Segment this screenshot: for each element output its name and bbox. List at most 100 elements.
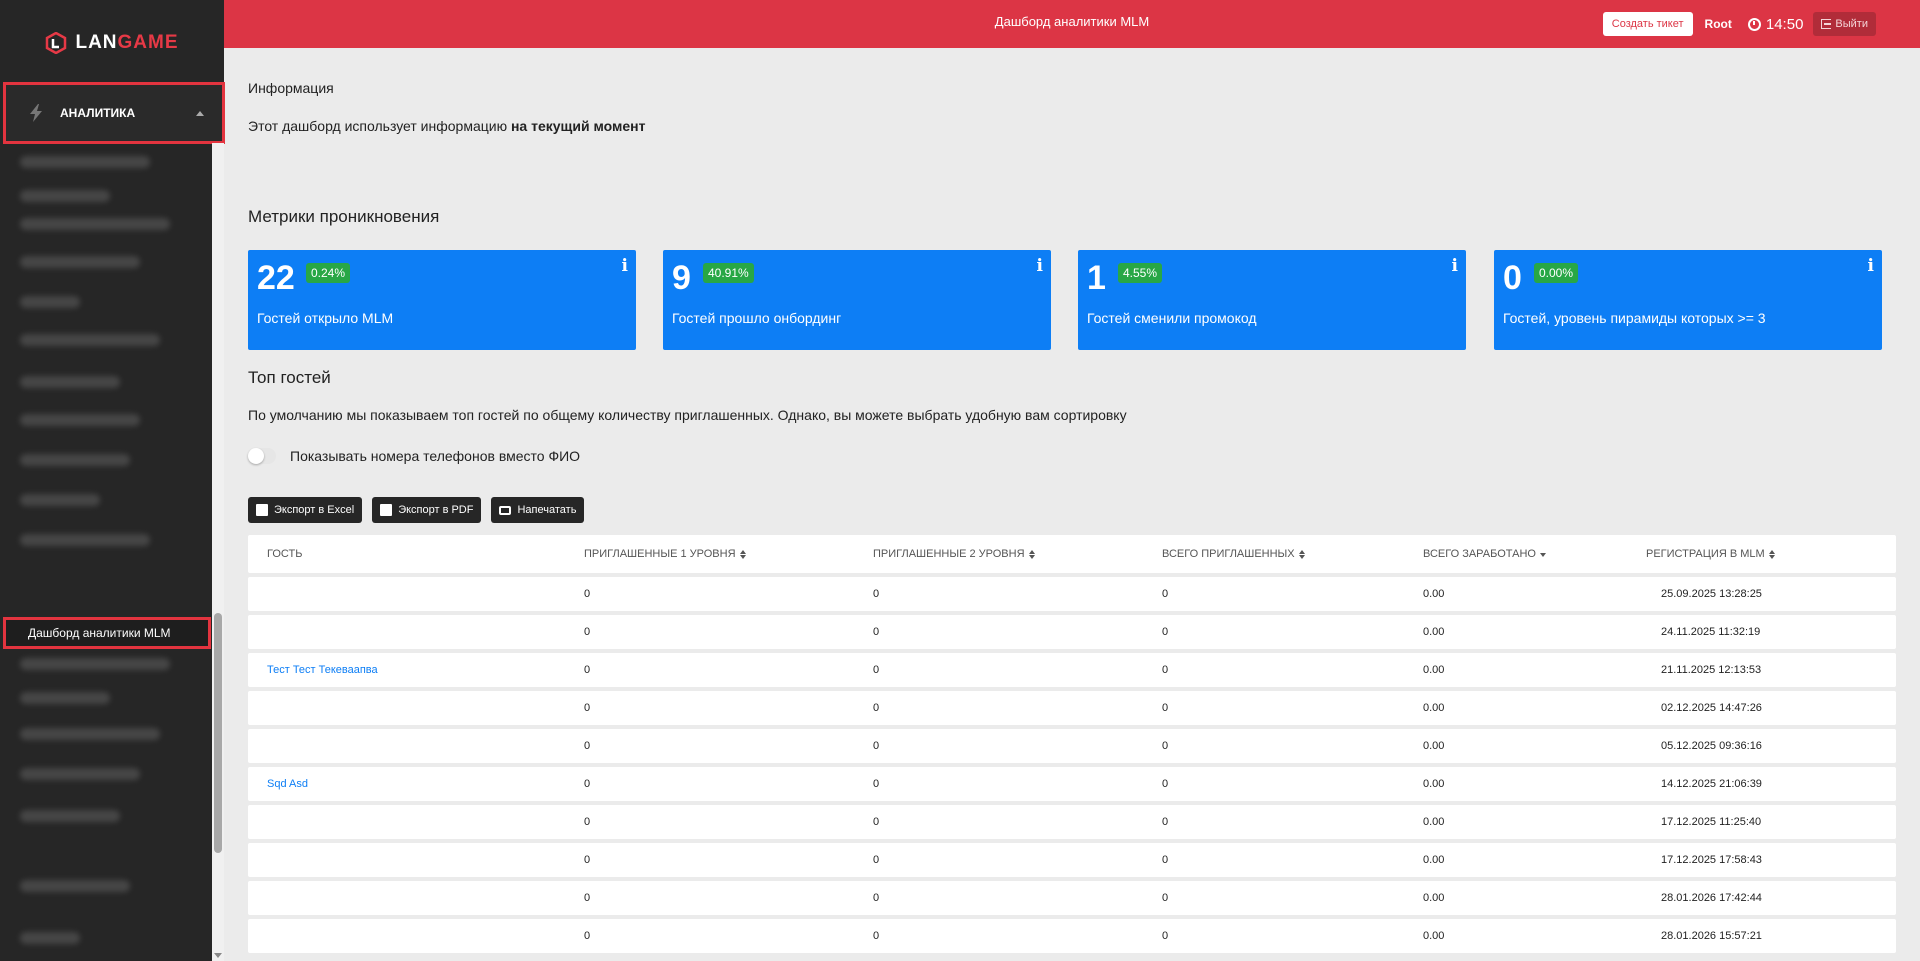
info-title: Информация	[248, 80, 334, 96]
invited-level1-cell: 0	[584, 778, 591, 790]
invited-level2-cell: 0	[873, 854, 880, 866]
column-header-level1[interactable]: ПРИГЛАШЕННЫЕ 1 УРОВНЯ	[584, 548, 873, 560]
registered-cell: 17.12.2025 11:25:40	[1661, 816, 1762, 828]
clock-time: 14:50	[1765, 15, 1804, 33]
registered-cell: 28.01.2026 15:57:21	[1661, 930, 1762, 942]
sort-icon	[1298, 549, 1305, 559]
info-icon[interactable]: i	[622, 256, 628, 276]
clock: 14:50	[1747, 15, 1804, 33]
metric-value: 0	[1503, 259, 1522, 297]
top-bar-actions: Создать тикет Root 14:50 Выйти	[1602, 12, 1876, 36]
metric-percent-badge: 0.00%	[1534, 263, 1579, 283]
total-invited-cell: 0	[1162, 816, 1169, 828]
guest-cell[interactable]: Sqd Asd	[248, 778, 584, 790]
table-header: ГОСТЬ ПРИГЛАШЕННЫЕ 1 УРОВНЯ ПРИГЛАШЕННЫЕ…	[248, 535, 1896, 573]
chevron-up-icon	[196, 110, 204, 116]
sidebar-section-analytics[interactable]: АНАЛИТИКА	[3, 82, 225, 144]
registered-cell: 21.11.2025 12:13:53	[1661, 664, 1762, 676]
column-header-level2[interactable]: ПРИГЛАШЕННЫЕ 2 УРОВНЯ	[873, 548, 1162, 560]
column-header-earned[interactable]: ВСЕГО ЗАРАБОТАНО	[1423, 548, 1646, 560]
metric-card-onboarding: 9 40.91% Гостей прошло онбординг i	[663, 250, 1051, 350]
table-row: 0 0 0 0.00 17.12.2025 11:25:40	[248, 805, 1896, 839]
printer-icon	[499, 505, 512, 515]
show-phones-toggle[interactable]	[248, 448, 276, 464]
earned-cell: 0.00	[1423, 892, 1445, 904]
logout-label: Выйти	[1835, 18, 1868, 30]
total-invited-cell: 0	[1162, 702, 1169, 714]
earned-cell: 0.00	[1423, 778, 1445, 790]
invited-level2-cell: 0	[873, 778, 880, 790]
table-body: 0 0 0 0.00 25.09.2025 13:28:25 0 0 0 0.00 24.11.2…	[248, 577, 1896, 953]
metric-value: 9	[672, 259, 691, 297]
metric-label: Гостей, уровень пирамиды которых >= 3	[1503, 310, 1766, 326]
registered-cell: 14.12.2025 21:06:39	[1661, 778, 1762, 790]
export-pdf-button[interactable]: Экспорт в PDF	[372, 497, 482, 523]
column-header-registered[interactable]: РЕГИСТРАЦИЯ В MLM	[1646, 548, 1896, 560]
table-row: 0 0 0 0.00 28.01.2026 17:42:44	[248, 881, 1896, 915]
metric-percent-badge: 40.91%	[703, 263, 754, 283]
pdf-icon	[380, 504, 393, 516]
print-button[interactable]: Напечатать	[491, 497, 585, 523]
sidebar-scrollbar[interactable]	[212, 143, 224, 961]
metric-label: Гостей сменили промокод	[1087, 310, 1257, 326]
table-row: 0 0 0 0.00 25.09.2025 13:28:25	[248, 577, 1896, 611]
earned-cell: 0.00	[1423, 854, 1445, 866]
info-text: Этот дашборд использует информацию на те…	[248, 118, 646, 134]
invited-level2-cell: 0	[873, 930, 880, 942]
total-invited-cell: 0	[1162, 892, 1169, 904]
table-row: 0 0 0 0.00 02.12.2025 14:47:26	[248, 691, 1896, 725]
total-invited-cell: 0	[1162, 778, 1169, 790]
sidebar-section-label: АНАЛИТИКА	[60, 106, 136, 120]
registered-cell: 17.12.2025 17:58:43	[1661, 854, 1762, 866]
invited-level1-cell: 0	[584, 702, 591, 714]
table-row: Тест Тест Текеваапва 0 0 0 0.00 21.11.2025 12…	[248, 653, 1896, 687]
show-phones-label: Показывать номера телефонов вместо ФИО	[290, 448, 581, 464]
registered-cell: 02.12.2025 14:47:26	[1661, 702, 1762, 714]
scrollbar-thumb[interactable]	[214, 613, 222, 853]
metrics-title: Метрики проникновения	[248, 207, 440, 226]
lightning-icon	[30, 104, 42, 122]
export-excel-label: Экспорт в Excel	[274, 504, 355, 516]
total-invited-cell: 0	[1162, 626, 1169, 638]
metric-percent-badge: 4.55%	[1118, 263, 1163, 283]
table-row: 0 0 0 0.00 05.12.2025 09:36:16	[248, 729, 1896, 763]
logout-icon	[1821, 19, 1832, 29]
logout-button[interactable]: Выйти	[1813, 12, 1876, 36]
earned-cell: 0.00	[1423, 626, 1445, 638]
column-header-guest[interactable]: ГОСТЬ	[248, 548, 584, 560]
sort-icon	[739, 549, 746, 559]
invited-level2-cell: 0	[873, 588, 880, 600]
print-label: Напечатать	[517, 504, 577, 516]
top-guests-description: По умолчанию мы показываем топ гостей по…	[248, 407, 1127, 423]
earned-cell: 0.00	[1423, 702, 1445, 714]
info-icon[interactable]: i	[1037, 256, 1043, 276]
invited-level2-cell: 0	[873, 892, 880, 904]
info-icon[interactable]: i	[1868, 256, 1874, 276]
export-pdf-label: Экспорт в PDF	[398, 504, 474, 516]
table-row: 0 0 0 0.00 28.01.2026 15:57:21	[248, 919, 1896, 953]
invited-level1-cell: 0	[584, 854, 591, 866]
sidebar-item-mlm-dashboard[interactable]: Дашборд аналитики MLM	[3, 617, 211, 649]
invited-level1-cell: 0	[584, 588, 591, 600]
table-row: 0 0 0 0.00 24.11.2025 11:32:19	[248, 615, 1896, 649]
metric-cards: 22 0.24% Гостей открыло MLM i 9 40.91% Г…	[248, 250, 1896, 350]
logo[interactable]: LANGAME	[0, 0, 224, 86]
guest-cell[interactable]: Тест Тест Текеваапва	[248, 664, 584, 676]
invited-level2-cell: 0	[873, 816, 880, 828]
scroll-down-icon[interactable]	[214, 953, 222, 958]
column-header-total-invited[interactable]: ВСЕГО ПРИГЛАШЕННЫХ	[1162, 548, 1423, 560]
metric-card-pyramid-level: 0 0.00% Гостей, уровень пирамиды которых…	[1494, 250, 1882, 350]
invited-level2-cell: 0	[873, 740, 880, 752]
create-ticket-button[interactable]: Создать тикет	[1602, 12, 1693, 36]
export-excel-button[interactable]: Экспорт в Excel	[248, 497, 363, 523]
user-name: Root	[1704, 17, 1732, 31]
invited-level2-cell: 0	[873, 664, 880, 676]
invited-level1-cell: 0	[584, 664, 591, 676]
phone-toggle-row: Показывать номера телефонов вместо ФИО	[248, 448, 580, 464]
earned-cell: 0.00	[1423, 588, 1445, 600]
total-invited-cell: 0	[1162, 854, 1169, 866]
metric-value: 1	[1087, 259, 1106, 297]
invited-level1-cell: 0	[584, 626, 591, 638]
info-icon[interactable]: i	[1452, 256, 1458, 276]
metric-label: Гостей открыло MLM	[257, 310, 394, 326]
